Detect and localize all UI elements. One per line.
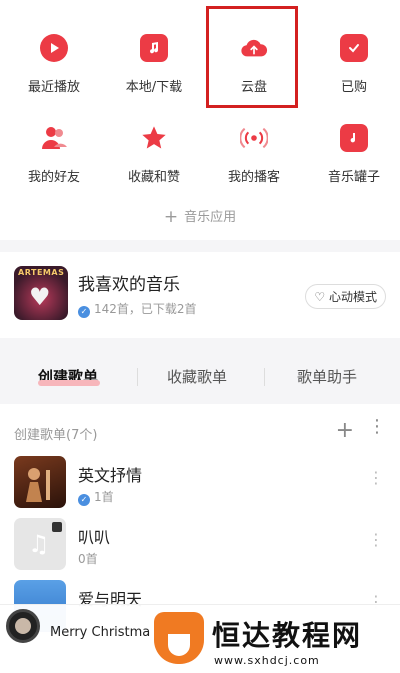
star-icon xyxy=(140,124,168,152)
tab-playlist-assistant[interactable]: 歌单助手 xyxy=(297,366,357,387)
grid-item-label: 音乐罐子 xyxy=(327,170,380,185)
site-watermark: 恒达教程网 www.sxhdcj.com xyxy=(148,606,400,673)
grid-item-label: 我的好友 xyxy=(27,170,80,185)
add-music-apps-button[interactable]: + 音乐应用 xyxy=(0,206,400,227)
favorite-subtitle-text: 142首，已下载2首 xyxy=(94,302,197,316)
play-icon xyxy=(40,34,68,62)
more-options-icon[interactable]: ⋮ xyxy=(368,470,384,486)
playlist-count-text: 1首 xyxy=(94,490,114,504)
heart-outline-icon: ♡ xyxy=(314,290,326,304)
tab-collected-playlists[interactable]: 收藏歌单 xyxy=(167,366,227,387)
tab-divider xyxy=(264,368,265,386)
playlist-count-header: 创建歌单(7个) xyxy=(14,428,98,443)
now-playing-title: Merry Christma xyxy=(50,625,151,640)
active-tab-indicator xyxy=(38,380,100,386)
grid-item-label: 我的播客 xyxy=(227,170,280,185)
more-options-icon[interactable]: ⋮ xyxy=(368,532,384,548)
plus-icon: + xyxy=(163,207,179,227)
grid-item-label: 收藏和赞 xyxy=(127,170,180,185)
verified-check-icon: ✓ xyxy=(78,494,90,506)
favorite-subtitle: ✓ 142首，已下载2首 xyxy=(78,300,197,318)
watermark-logo-icon xyxy=(154,612,204,664)
grid-item-local-download[interactable]: 本地/下载 xyxy=(104,34,204,95)
playlist-count: ✓ 1首 xyxy=(78,488,114,506)
playlist-name: 叭叭 xyxy=(78,528,111,547)
music-note-icon: ♫ xyxy=(28,530,50,558)
cover-caption: ARTEMAS xyxy=(18,268,65,277)
add-apps-label: 音乐应用 xyxy=(184,210,237,225)
grid-item-label: 已购 xyxy=(340,80,367,95)
more-options-icon[interactable]: ⋮ xyxy=(368,418,386,436)
playlist-row[interactable]: 英文抒情 ✓ 1首 ⋮ xyxy=(0,456,400,516)
heartbeat-mode-button[interactable]: ♡ 心动模式 xyxy=(305,284,386,309)
grid-item-friends[interactable]: 我的好友 xyxy=(4,124,104,185)
grid-item-label: 本地/下载 xyxy=(125,80,183,95)
playlist-row[interactable]: ♫ 叭叭 0首 ⋮ xyxy=(0,518,400,578)
tab-divider xyxy=(137,368,138,386)
grid-item-collections[interactable]: 收藏和赞 xyxy=(104,124,204,185)
quick-access-grid: 最近播放 本地/下载 云盘 已购 我的好友 收藏和赞 我的播客 音乐罐子 + 音… xyxy=(0,0,400,240)
playlist-tabs: 创建歌单 收藏歌单 歌单助手 xyxy=(0,350,400,402)
highlight-annotation xyxy=(206,6,298,108)
playlist-name: 英文抒情 xyxy=(78,466,143,485)
favorite-cover-image: ARTEMAS ♥ xyxy=(14,266,68,320)
grid-item-podcast[interactable]: 我的播客 xyxy=(204,124,304,185)
grid-item-recent-play[interactable]: 最近播放 xyxy=(4,34,104,95)
favorite-title: 我喜欢的音乐 xyxy=(78,275,180,295)
grid-item-label: 最近播放 xyxy=(27,80,80,95)
playlist-cover-image xyxy=(14,456,66,508)
watermark-text: 恒达教程网 xyxy=(212,619,363,652)
playlist-count: 0首 xyxy=(78,552,98,566)
playlist-cover-placeholder: ♫ xyxy=(14,518,66,570)
music-jar-icon xyxy=(340,124,368,152)
lock-icon xyxy=(52,522,62,532)
broadcast-icon xyxy=(240,124,268,152)
friends-icon xyxy=(40,124,68,152)
watermark-url: www.sxhdcj.com xyxy=(214,654,320,667)
add-playlist-button[interactable]: + xyxy=(336,418,354,443)
album-disc xyxy=(6,609,40,643)
favorite-music-card[interactable]: ARTEMAS ♥ 我喜欢的音乐 ✓ 142首，已下载2首 ♡ 心动模式 xyxy=(0,252,400,338)
mode-label: 心动模式 xyxy=(328,290,377,304)
shopping-bag-icon xyxy=(340,34,368,62)
grid-item-music-jar[interactable]: 音乐罐子 xyxy=(304,124,400,185)
music-file-icon xyxy=(140,34,168,62)
grid-item-purchased[interactable]: 已购 xyxy=(304,34,400,95)
heart-icon: ♥ xyxy=(29,283,51,311)
verified-check-icon: ✓ xyxy=(78,306,90,318)
